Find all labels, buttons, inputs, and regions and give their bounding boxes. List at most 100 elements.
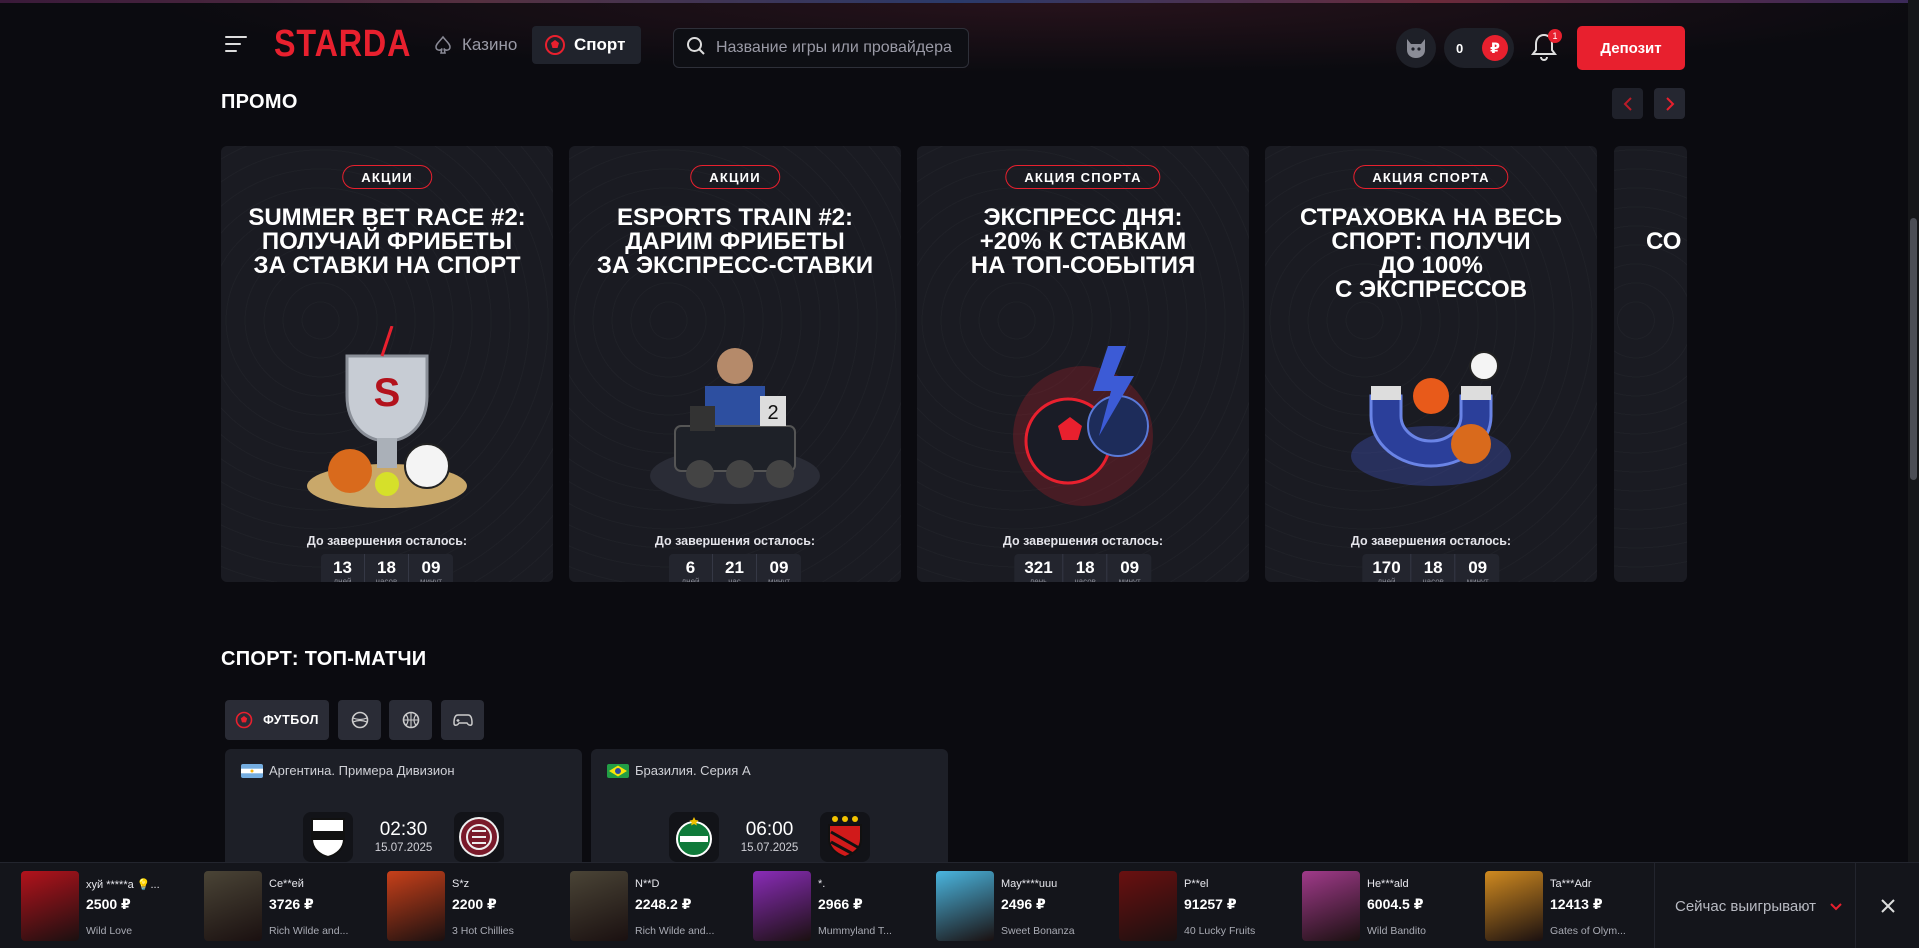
timer-cell: 18 часов — [1412, 554, 1456, 582]
header: STARDA Казино Спорт 0 ₽ 1 Депозит — [0, 3, 1919, 85]
winner-item[interactable]: Ta***Adr 12413 ₽ Gates of Olym... — [1485, 871, 1665, 941]
winner-item[interactable]: хуй *****а 💡... 2500 ₽ Wild Love — [21, 871, 201, 941]
nav-sport-label: Спорт — [574, 35, 626, 54]
close-icon — [1880, 899, 1895, 913]
svg-text:2: 2 — [767, 402, 778, 424]
game-thumbnail[interactable] — [936, 871, 994, 941]
timer-unit: часов — [1074, 577, 1096, 582]
tab-esports[interactable] — [441, 700, 484, 740]
win-amount: 3726 ₽ — [269, 896, 314, 912]
match-league: Аргентина. Примера Дивизион — [241, 763, 455, 778]
timer-cell: 09 минут — [757, 554, 801, 583]
game-name: Wild Love — [86, 925, 133, 937]
winner-username: Се**ей — [269, 878, 304, 890]
game-thumbnail[interactable] — [753, 871, 811, 941]
timer-cell: 6 дней — [669, 554, 713, 582]
match-date: 15.07.2025 — [374, 842, 433, 854]
winner-item[interactable]: P**el 91257 ₽ 40 Lucky Fruits — [1119, 871, 1299, 941]
tab-football[interactable]: ФУТБОЛ — [225, 700, 329, 740]
nav-casino[interactable]: Казино — [420, 26, 533, 64]
winner-item[interactable]: May****uuu 2496 ₽ Sweet Bonanza — [936, 871, 1116, 941]
game-thumbnail[interactable] — [1485, 871, 1543, 941]
timer-cell: 09 минут — [1456, 554, 1500, 583]
league-name: Аргентина. Примера Дивизион — [269, 763, 455, 778]
winner-item[interactable]: *. 2966 ₽ Mummyland T... — [753, 871, 933, 941]
chevron-left-icon — [1623, 96, 1632, 111]
timer-value: 09 — [421, 558, 441, 577]
sport-recife-crest-icon — [828, 816, 862, 859]
timer-cell: 321 день — [1014, 554, 1064, 582]
promo-card[interactable]: АКЦИЯ СПОРТА ЭКСПРЕСС ДНЯ: +20% К СТАВКАМ… — [917, 146, 1249, 582]
match-card[interactable]: Бразилия. Серия А 06:00 15.07.2025 — [591, 749, 948, 869]
winner-username: N**D — [635, 878, 660, 890]
timer-value: 321 — [1024, 558, 1053, 577]
bell-icon[interactable]: 1 — [1530, 29, 1562, 62]
search-box[interactable] — [673, 28, 969, 68]
win-amount: 91257 ₽ — [1184, 896, 1237, 912]
menu-icon[interactable] — [225, 36, 247, 54]
nav-sport[interactable]: Спорт — [532, 26, 642, 64]
timer-value: 21 — [725, 558, 744, 577]
win-amount: 12413 ₽ — [1550, 896, 1603, 912]
timer-value: 09 — [769, 558, 789, 577]
game-thumbnail[interactable] — [1119, 871, 1177, 941]
promo-title-text: СО — [1646, 228, 1682, 255]
timer-value: 09 — [1120, 558, 1140, 577]
promo-title-text: SUMMER BET RACE #2: ПОЛУЧАЙ ФРИБЕТЫ ЗА С… — [248, 204, 526, 279]
spade-icon — [432, 34, 454, 56]
promo-badge: АКЦИИ — [342, 165, 432, 189]
promo-next-button[interactable] — [1654, 88, 1685, 119]
win-amount: 2966 ₽ — [818, 896, 863, 912]
promo-card[interactable]: АКЦИИ ESPORTS TRAIN #2: ДАРИМ ФРИБЕТЫ ЗА … — [569, 146, 901, 582]
timer-cell: 09 минут — [409, 554, 453, 583]
tab-basketball[interactable] — [389, 700, 432, 740]
timer-label: До завершения осталось: — [306, 534, 468, 548]
promo-title: ПРОМО — [221, 91, 298, 113]
game-thumbnail[interactable] — [21, 871, 79, 941]
match-time: 02:30 — [379, 819, 428, 840]
winner-item[interactable]: S*z 2200 ₽ 3 Hot Chillies — [387, 871, 567, 941]
game-thumbnail[interactable] — [570, 871, 628, 941]
match-league: Бразилия. Серия А — [607, 763, 751, 778]
timer-value: 170 — [1372, 558, 1401, 577]
tennis-icon — [351, 711, 368, 729]
promo-card[interactable]: АКЦИИ SUMMER BET RACE #2: ПОЛУЧАЙ ФРИБЕТЫ… — [221, 146, 553, 582]
balance-widget[interactable]: 0 ₽ — [1444, 28, 1514, 68]
game-thumbnail[interactable] — [387, 871, 445, 941]
game-name: Rich Wilde and... — [635, 925, 715, 937]
timer-cell: 13 дней — [321, 554, 365, 582]
page-scrollbar[interactable] — [1908, 0, 1919, 862]
game-thumbnail[interactable] — [1302, 871, 1360, 941]
game-thumbnail[interactable] — [204, 871, 262, 941]
promo-card[interactable]: АКЦИЯ СПОРТА СТРАХОВКА НА ВЕСЬ СПОРТ: ПОЛ… — [1265, 146, 1597, 582]
timer-cell: 18 часов — [1064, 554, 1108, 582]
winner-item[interactable]: N**D 2248.2 ₽ Rich Wilde and... — [570, 871, 750, 941]
win-amount: 2500 ₽ — [86, 896, 131, 912]
now-winning-dropdown[interactable]: Сейчас выигрывают — [1654, 863, 1854, 948]
promo-card[interactable]: СО — [1614, 146, 1687, 582]
timer-value: 13 — [333, 558, 352, 577]
tab-tennis[interactable] — [338, 700, 381, 740]
balance-amount: 0 — [1456, 40, 1464, 56]
logo[interactable]: STARDA — [274, 23, 411, 66]
match-card[interactable]: Аргентина. Примера Дивизион 02:30 15.07.… — [225, 749, 582, 869]
deposit-button[interactable]: Депозит — [1577, 26, 1685, 70]
lanus-crest-icon — [459, 817, 499, 857]
search-input[interactable] — [716, 39, 956, 57]
winner-item[interactable]: Се**ей 3726 ₽ Rich Wilde and... — [204, 871, 384, 941]
football-icon — [235, 711, 253, 729]
winner-item[interactable]: He***ald 6004.5 ₽ Wild Bandito — [1302, 871, 1482, 941]
game-name: Rich Wilde and... — [269, 925, 349, 937]
timer-unit: минут — [419, 577, 443, 582]
avatar[interactable] — [1396, 28, 1436, 68]
timer-label: До завершения осталось: — [1002, 534, 1164, 548]
game-name: Gates of Olym... — [1550, 925, 1626, 937]
promo-badge: АКЦИЯ СПОРТА — [1353, 165, 1509, 189]
timer-label: До завершения осталось: — [1350, 534, 1512, 548]
promo-title-text: ESPORTS TRAIN #2: ДАРИМ ФРИБЕТЫ ЗА ЭКСПР… — [596, 204, 874, 279]
scrollbar-thumb[interactable] — [1910, 218, 1917, 480]
promo-prev-button[interactable] — [1612, 88, 1643, 119]
timer-unit: минут — [767, 577, 791, 582]
notification-count: 1 — [1548, 29, 1562, 43]
close-winners-button[interactable] — [1855, 863, 1919, 948]
